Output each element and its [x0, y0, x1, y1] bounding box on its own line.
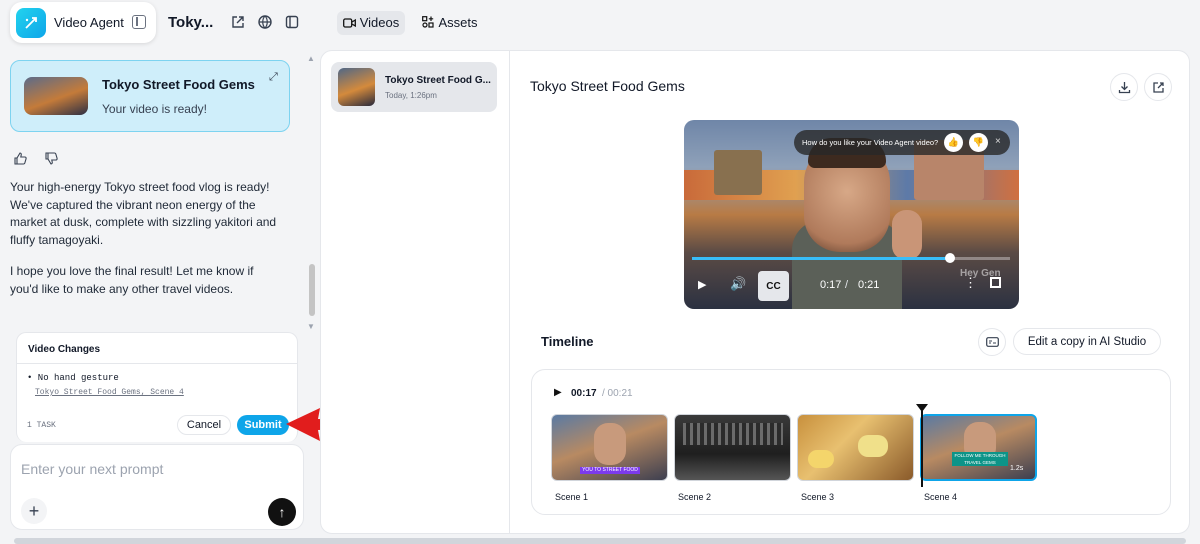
app-name: Video Agent [54, 15, 124, 30]
video-changes-title: Video Changes [28, 344, 101, 355]
video-thumbnail [24, 77, 88, 115]
feedback-thumbs-down-icon[interactable]: 👎 [969, 133, 988, 152]
timeline-panel: ▶ 00:17 / 00:21 YOU TO STREET FOOD FOLLO… [531, 369, 1171, 515]
assistant-message: I hope you love the final result! Let me… [10, 264, 254, 296]
scene-label: Scene 4 [924, 492, 958, 502]
scene-caption: YOU TO STREET FOOD [580, 467, 640, 474]
timeline-current-time: 00:17 [571, 388, 597, 399]
thumbs-down-icon[interactable] [44, 151, 58, 165]
feedback-prompt: How do you like your Video Agent video? … [794, 130, 1010, 155]
more-options-icon[interactable]: ⋮ [964, 275, 977, 291]
download-icon[interactable] [1110, 73, 1138, 101]
globe-icon[interactable] [257, 14, 273, 30]
cancel-button[interactable]: Cancel [177, 415, 231, 435]
video-title: Tokyo Street Food Gems [530, 78, 685, 94]
add-attachment-button[interactable]: + [21, 498, 47, 524]
progress-fill [692, 257, 950, 260]
timeline-play-icon[interactable]: ▶ [554, 387, 562, 398]
prompt-box: + ↑ [10, 444, 304, 530]
ready-card-subtitle: Your video is ready! [102, 102, 207, 116]
timeline-duration: / 00:21 [602, 388, 633, 399]
playhead[interactable] [921, 407, 923, 487]
scene-thumbnail[interactable]: YOU TO STREET FOOD [551, 414, 668, 481]
assistant-message: Your high-energy Tokyo street food vlog … [10, 180, 277, 247]
grill [683, 423, 783, 445]
video-changes-panel: Video Changes • No hand gesture Tokyo St… [16, 332, 298, 442]
video-player[interactable]: How do you like your Video Agent video? … [684, 120, 1019, 309]
scene-thumbnail-selected[interactable]: FOLLOW ME THROUGH TRAVEL GEMS 1.2s [920, 414, 1037, 481]
task-count: 1 TASK [27, 421, 56, 430]
scene-face [594, 423, 626, 465]
video-item-title: Tokyo Street Food G... [385, 75, 491, 86]
feedback-question: How do you like your Video Agent video? [802, 138, 939, 147]
chat-scrollbar[interactable]: ▲ ▼ [306, 54, 318, 334]
app-root: Video Agent Toky... Videos Assets Tokyo … [0, 0, 1200, 544]
progress-knob[interactable] [944, 253, 955, 263]
video-list-item[interactable]: Tokyo Street Food G... Today, 1:26pm [331, 62, 497, 112]
progress-bar[interactable] [692, 253, 1010, 263]
brand-panel: Video Agent [10, 2, 156, 43]
duration-time: 0:21 [858, 279, 880, 291]
video-camera-icon [342, 16, 356, 31]
plus-icon: + [28, 501, 40, 521]
video-item-date: Today, 1:26pm [385, 91, 437, 100]
share-icon[interactable] [1144, 73, 1172, 101]
scroll-down-icon[interactable]: ▼ [307, 322, 315, 331]
video-list-panel: Tokyo Street Food G... Today, 1:26pm [320, 50, 510, 534]
captions-toggle-icon[interactable] [978, 328, 1006, 356]
current-time: 0:17 [820, 279, 842, 291]
scene-thumbnail[interactable] [674, 414, 791, 481]
change-item: • No hand gesture [27, 373, 119, 383]
tab-videos[interactable]: Videos [337, 11, 405, 35]
prompt-input[interactable] [21, 459, 291, 479]
top-bar: Video Agent Toky... Videos Assets [0, 0, 1200, 48]
feedback-thumbs-up-icon[interactable]: 👍 [944, 133, 963, 152]
submit-button[interactable]: Submit [237, 415, 289, 435]
assets-grid-icon [422, 16, 435, 31]
scene-caption: FOLLOW ME THROUGH TRAVEL GEMS [952, 452, 1008, 466]
arrow-up-icon: ↑ [278, 504, 286, 520]
send-button[interactable]: ↑ [268, 498, 296, 526]
project-title: Toky... [168, 14, 214, 31]
scene-label: Scene 3 [801, 492, 835, 502]
main-panel: Tokyo Street Food Gems How do you like y… [510, 50, 1190, 534]
scroll-up-icon[interactable]: ▲ [307, 54, 315, 63]
layout-panel-icon[interactable] [284, 14, 300, 30]
captions-button[interactable]: CC [758, 271, 789, 301]
fullscreen-icon[interactable] [990, 277, 1001, 288]
thumbs-up-icon[interactable] [13, 151, 27, 165]
video-agent-logo-icon [16, 8, 46, 38]
volume-icon[interactable]: 🔊 [730, 276, 746, 292]
edit-copy-button[interactable]: Edit a copy in AI Studio [1013, 328, 1161, 355]
scene-thumbnail[interactable] [797, 414, 914, 481]
ready-card-title: Tokyo Street Food Gems [102, 77, 255, 92]
food-item [808, 450, 834, 468]
chat-panel: Tokyo Street Food Gems Your video is rea… [0, 48, 318, 538]
tab-videos-label: Videos [359, 14, 400, 30]
scene-label: Scene 1 [555, 492, 589, 502]
food-item [858, 435, 888, 457]
play-icon[interactable]: ▶ [698, 278, 706, 291]
scroll-thumb[interactable] [309, 264, 315, 316]
building-left [714, 150, 762, 195]
scene-duration-tag: 1.2s [1010, 465, 1024, 472]
tab-assets-label: Assets [438, 14, 478, 30]
timeline-heading: Timeline [541, 334, 594, 349]
sidebar-toggle-icon[interactable] [132, 15, 146, 29]
presenter-hand [892, 210, 922, 260]
tab-assets[interactable]: Assets [418, 11, 482, 35]
close-icon[interactable]: × [995, 136, 1001, 147]
divider [17, 363, 297, 364]
change-scene-link[interactable]: Tokyo Street Food Gems, Scene 4 [35, 388, 184, 397]
open-external-icon[interactable] [230, 14, 246, 30]
expand-icon[interactable]: ⤢ [269, 71, 278, 84]
horizontal-scrollbar[interactable] [14, 538, 1186, 544]
video-ready-card[interactable]: Tokyo Street Food Gems Your video is rea… [10, 60, 290, 132]
time-separator: / [845, 279, 849, 291]
video-thumbnail [338, 68, 375, 106]
scene-label: Scene 2 [678, 492, 712, 502]
